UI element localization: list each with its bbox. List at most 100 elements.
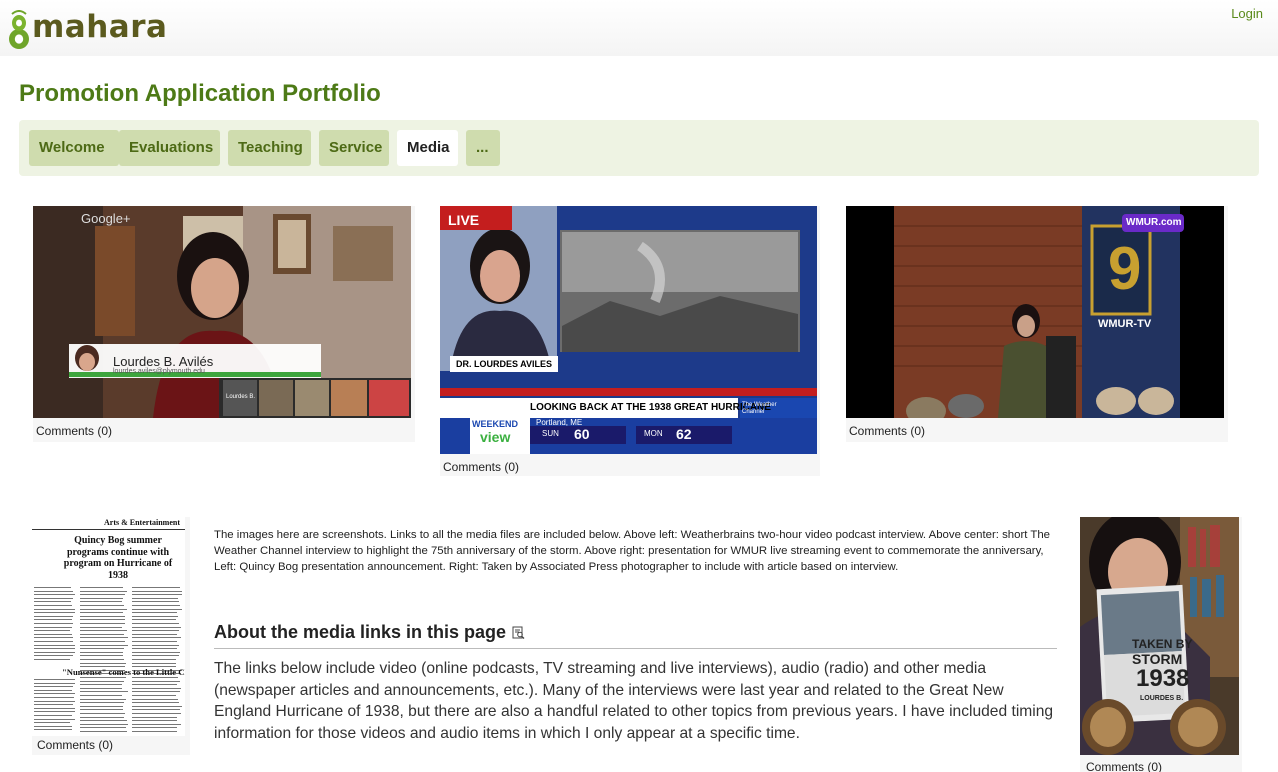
page-tabs: Welcome Evaluations Teaching Service Med… [19,120,1259,176]
newspaper-text-line [132,634,177,635]
media-block-weather-channel: LIVE DR. LOURDES AVILES LOOKING BACK AT … [440,206,820,476]
channel-number: 9 [1108,234,1141,303]
forecast-temp-2: 62 [676,426,692,442]
newspaper-text-line [80,616,125,617]
newspaper-text-line [34,679,75,680]
weather-channel-screenshot[interactable]: LIVE DR. LOURDES AVILES LOOKING BACK AT … [440,206,817,454]
newspaper-text-line [132,702,179,703]
comments-link[interactable]: Comments (0) [37,738,113,752]
mahara-logo[interactable]: mahara [8,8,167,50]
newspaper-text-line [34,711,75,712]
newspaper-text-line [34,715,72,716]
thumb-label: Lourdes B. [226,394,255,400]
newspaper-text-line [80,717,124,718]
newspaper-text-line [132,699,178,700]
newspaper-text-line [132,601,179,602]
edit-icon[interactable] [512,623,525,644]
newspaper-text-line [34,719,75,720]
newspaper-text-line [34,627,72,628]
newspaper-text-line [34,704,73,705]
tab-evaluations-label: Evaluations [129,139,213,156]
newspaper-text-line [132,591,182,592]
newspaper-text-line [132,637,181,638]
newspaper-text-line [80,731,127,732]
login-link[interactable]: Login [1231,6,1263,21]
newspaper-text-line [34,616,73,617]
comments-link[interactable]: Comments (0) [1086,760,1162,772]
overlay-email: lourdes.aviles@plymouth.edu [113,368,205,375]
newspaper-text-line [132,655,179,656]
newspaper-text-line [80,688,122,689]
newspaper-text-line [80,663,126,664]
media-block-wmur: WMUR.com 9 WMUR-TV Comments (0) [846,206,1228,442]
media-block-book-photo: TAKEN BY STORM 1938 LOURDES B. Comments … [1080,517,1242,772]
newspaper-text-line [132,594,182,595]
newspaper-text-line [34,637,73,638]
newspaper-text-line [80,684,122,685]
newspaper-text-line [80,630,127,631]
book-author: LOURDES B. [1140,695,1183,702]
newspaper-text-line [132,681,180,682]
newspaper-clipping[interactable]: Arts & Entertainment Quincy Bog summer p… [32,517,185,736]
book-title-line-3: 1938 [1136,665,1189,693]
wmur-screenshot[interactable]: WMUR.com 9 WMUR-TV [846,206,1224,418]
comments-link[interactable]: Comments (0) [36,424,112,438]
newspaper-text-line [80,609,127,610]
newspaper-text-line [80,720,127,721]
newspaper-text-line [34,612,75,613]
newspaper-text-line [132,731,177,732]
newspaper-text-line [132,630,179,631]
newspaper-text-line [132,659,176,660]
newspaper-text-line [132,616,178,617]
newspaper-text-line [80,627,122,628]
newspaper-text-line [132,648,177,649]
newspaper-text-line [34,686,73,687]
newspaper-text-line [132,684,177,685]
newspaper-text-line [132,619,176,620]
newspaper-text-line [80,605,124,606]
book-photo[interactable]: TAKEN BY STORM 1938 LOURDES B. [1080,517,1239,755]
newspaper-text-line [80,659,124,660]
tab-teaching[interactable]: Teaching [228,130,311,166]
newspaper-text-line [34,605,72,606]
newspaper-text-line [80,591,127,592]
newspaper-text-line [80,594,125,595]
newspaper-text-line [34,652,75,653]
newspaper-text-line [132,598,178,599]
ticker-text: LOOKING BACK AT THE 1938 GREAT HURRICANE [530,402,771,413]
page-title: Promotion Application Portfolio [19,80,381,108]
newspaper-text-line [80,724,128,725]
newspaper-text-line [34,729,72,730]
site-header: mahara Login [0,0,1278,56]
tab-evaluations[interactable]: Evaluations [119,130,220,166]
newspaper-text-line [80,699,126,700]
newspaper-text-line [34,697,74,698]
mahara-logo-icon [8,10,30,48]
tab-service[interactable]: Service [319,130,389,166]
tab-more[interactable]: ... [466,130,500,166]
newspaper-text-line [132,641,177,642]
newspaper-text-line [80,619,125,620]
forecast-temp-1: 60 [574,426,590,442]
comments-link[interactable]: Comments (0) [443,460,519,474]
podcast-screenshot[interactable]: Google+ Lourdes B. Avilés lourdes.aviles… [33,206,411,418]
newspaper-text-line [80,713,125,714]
newspaper-text-line [132,587,180,588]
newspaper-text-line [132,623,179,624]
newspaper-text-line [34,609,75,610]
tab-welcome[interactable]: Welcome [29,130,119,166]
wmur-brand: WMUR.com [1126,217,1182,228]
newspaper-text-line [132,709,180,710]
newspaper-text-line [34,701,75,702]
comments-link[interactable]: Comments (0) [849,424,925,438]
newspaper-text-line [34,659,70,660]
overlay-name: Lourdes B. Avilés [113,354,213,369]
newspaper-text-line [80,709,123,710]
newspaper-text-line [34,634,72,635]
newspaper-text-line [80,641,125,642]
section-heading: About the media links in this page [214,622,1057,649]
newspaper-text-line [80,706,123,707]
media-block-podcast: Google+ Lourdes B. Avilés lourdes.aviles… [33,206,415,442]
newspaper-text-line [132,605,180,606]
tab-media[interactable]: Media [397,130,458,166]
